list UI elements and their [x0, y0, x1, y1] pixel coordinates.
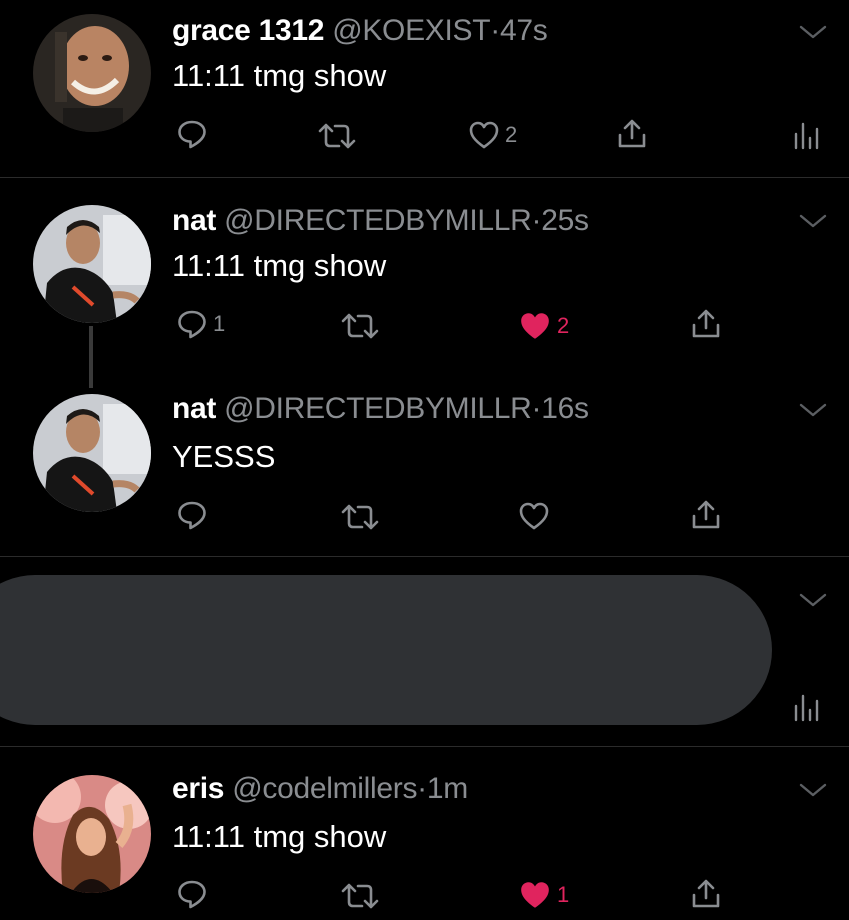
like-button[interactable]: 1: [518, 878, 569, 912]
like-count: 1: [557, 882, 570, 907]
display-name[interactable]: nat: [172, 392, 216, 425]
user-handle[interactable]: @codelmillers: [232, 772, 417, 805]
display-name[interactable]: grace 1312: [172, 14, 324, 47]
share-button[interactable]: [690, 308, 722, 340]
retweet-button[interactable]: [340, 880, 380, 912]
tweet-header: nat @DIRECTEDBYMILLR·16s: [172, 392, 589, 426]
reply-icon: [176, 499, 208, 531]
retweet-button[interactable]: [340, 501, 380, 533]
divider: [0, 746, 849, 747]
share-icon: [690, 499, 722, 531]
tweet-header: eris @codelmillers·1m: [172, 772, 468, 806]
divider: [0, 556, 849, 557]
analytics-icon: [792, 690, 820, 722]
share-icon: [690, 878, 722, 910]
reply-count: 1: [213, 311, 226, 336]
tweet-header: grace 1312 @KOEXIST·47s: [172, 14, 548, 48]
reply-button[interactable]: [176, 499, 208, 531]
redacted-tweet-block: [0, 575, 772, 725]
chevron-down-icon[interactable]: [799, 24, 827, 40]
share-button[interactable]: [690, 878, 722, 910]
reply-button[interactable]: 1: [176, 308, 225, 340]
chevron-down-icon[interactable]: [799, 213, 827, 229]
timestamp[interactable]: 1m: [427, 772, 468, 805]
separator-dot: ·: [490, 14, 500, 47]
like-button[interactable]: [518, 500, 550, 532]
avatar[interactable]: [33, 394, 151, 512]
reply-icon: [176, 308, 208, 340]
user-handle[interactable]: @DIRECTEDBYMILLR: [224, 204, 532, 237]
reply-icon: [176, 118, 208, 150]
analytics-button[interactable]: [792, 118, 820, 150]
retweet-button[interactable]: [340, 310, 380, 342]
thread-connector: [89, 326, 93, 388]
like-count: 2: [557, 313, 570, 338]
display-name[interactable]: eris: [172, 772, 224, 805]
timestamp[interactable]: 47s: [500, 14, 548, 47]
retweet-icon: [340, 880, 380, 912]
avatar[interactable]: [33, 775, 151, 893]
user-handle[interactable]: @KOEXIST: [332, 14, 490, 47]
tweet-header: nat @DIRECTEDBYMILLR·25s: [172, 204, 589, 238]
retweet-icon: [340, 310, 380, 342]
separator-dot: ·: [417, 772, 427, 805]
chevron-down-icon[interactable]: [799, 402, 827, 418]
timestamp[interactable]: 16s: [541, 392, 589, 425]
reply-button[interactable]: [176, 878, 208, 910]
analytics-icon: [792, 118, 820, 150]
like-icon: [518, 500, 550, 532]
avatar[interactable]: [33, 14, 151, 132]
retweet-icon: [317, 120, 357, 152]
chevron-down-icon[interactable]: [799, 782, 827, 798]
chevron-down-icon[interactable]: [799, 592, 827, 608]
share-icon: [690, 308, 722, 340]
separator-dot: ·: [531, 392, 542, 425]
reply-button[interactable]: [176, 118, 208, 150]
like-button[interactable]: 2: [518, 309, 569, 343]
like-icon: [468, 119, 500, 151]
analytics-button[interactable]: [792, 690, 820, 722]
retweet-button[interactable]: [317, 120, 357, 152]
share-icon: [616, 118, 648, 150]
user-handle[interactable]: @DIRECTEDBYMILLR: [224, 392, 532, 425]
tweet-text: 11:11 tmg show: [172, 58, 387, 93]
tweet-text: YESSS: [172, 439, 276, 474]
tweet-text: 11:11 tmg show: [172, 819, 387, 854]
divider: [0, 177, 849, 178]
reply-icon: [176, 878, 208, 910]
timestamp[interactable]: 25s: [541, 204, 589, 237]
like-count: 2: [505, 122, 518, 147]
share-button[interactable]: [690, 499, 722, 531]
avatar[interactable]: [33, 205, 151, 323]
retweet-icon: [340, 501, 380, 533]
like-icon: [518, 878, 552, 912]
tweet-text: 11:11 tmg show: [172, 248, 387, 283]
share-button[interactable]: [616, 118, 648, 150]
separator-dot: ·: [531, 204, 542, 237]
like-icon: [518, 309, 552, 343]
like-button[interactable]: 2: [468, 119, 517, 151]
display-name[interactable]: nat: [172, 204, 216, 237]
